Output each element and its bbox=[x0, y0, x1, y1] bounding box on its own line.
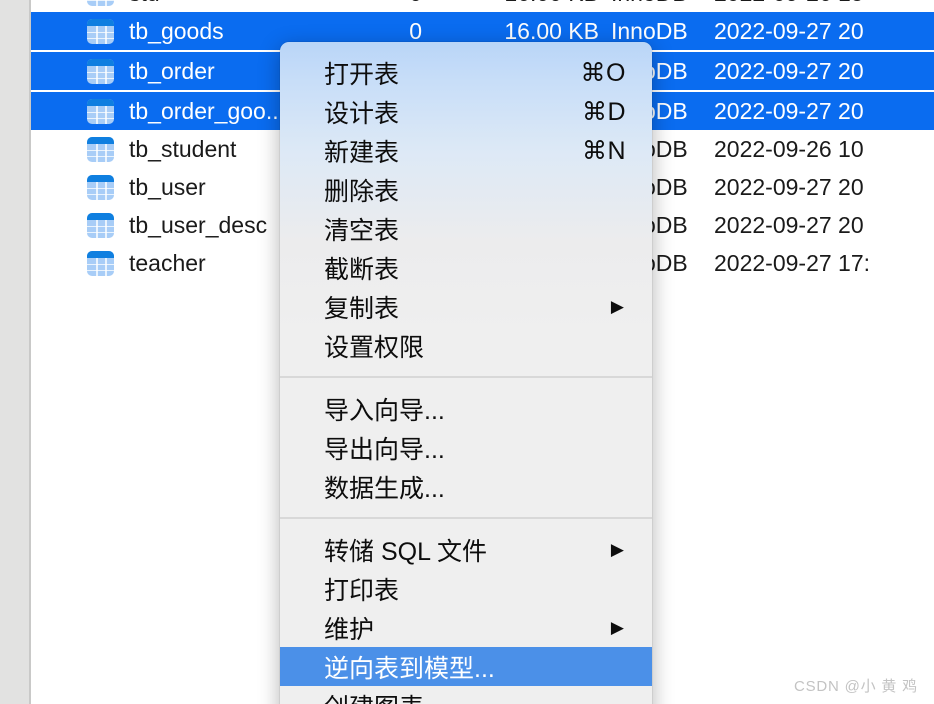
table-grid-icon bbox=[87, 136, 114, 162]
menu-group-padding bbox=[280, 519, 652, 530]
menu-item-label: 删除表 bbox=[324, 177, 400, 206]
table-size-cell: 16.00 KB bbox=[449, 0, 599, 7]
menu-item[interactable]: 导入向导... bbox=[280, 389, 652, 428]
menu-item[interactable]: 设计表 ⌘D bbox=[280, 92, 652, 131]
watermark: CSDN @小 黄 鸡 bbox=[793, 678, 918, 695]
table-modified-cell: 2022-09-27 20 bbox=[714, 211, 864, 238]
menu-item-label: 维护 bbox=[324, 615, 375, 644]
menu-item[interactable]: 新建表 ⌘N bbox=[280, 131, 652, 170]
table-engine-cell: InnoDB bbox=[599, 0, 714, 7]
table-name-cell: stu bbox=[129, 0, 324, 7]
menu-item[interactable]: 数据生成... bbox=[280, 467, 652, 506]
table-modified-cell: 2022-09-26 15 bbox=[714, 0, 864, 7]
menu-item-shortcut: ⌘N bbox=[581, 136, 626, 165]
menu-item[interactable]: 转储 SQL 文件 ▶ bbox=[280, 530, 652, 569]
menu-item-label: 数据生成... bbox=[324, 474, 445, 503]
table-grid-icon bbox=[87, 174, 114, 200]
table-context-menu[interactable]: 打开表 ⌘O 设计表 ⌘D 新建表 ⌘N 删除表清空表截断表复制表 ▶ 设置权限导入向导... 导… bbox=[280, 42, 652, 704]
table-modified-cell: 2022-09-27 20 bbox=[714, 97, 864, 124]
menu-item[interactable]: 打印表 bbox=[280, 569, 652, 608]
menu-item-label: 复制表 bbox=[324, 294, 400, 323]
app-window: stu016.00 KBInnoDB2022-09-26 15tb_goods0… bbox=[0, 0, 934, 704]
submenu-arrow-icon: ▶ bbox=[610, 618, 624, 637]
menu-item-label: 清空表 bbox=[324, 216, 400, 245]
menu-item[interactable]: 维护 ▶ bbox=[280, 608, 652, 647]
table-modified-cell: 2022-09-27 20 bbox=[714, 173, 864, 200]
menu-item-label: 逆向表到模型... bbox=[324, 654, 495, 683]
table-size-cell: 16.00 KB bbox=[504, 17, 599, 44]
menu-item-label: 新建表 bbox=[324, 138, 400, 167]
menu-item[interactable]: 打开表 ⌘O bbox=[280, 53, 652, 92]
table-engine-cell: InnoDB bbox=[611, 17, 688, 44]
menu-item-label: 打开表 bbox=[324, 60, 400, 89]
table-grid-icon bbox=[87, 98, 114, 124]
menu-item-shortcut: ⌘D bbox=[581, 97, 626, 126]
menu-item[interactable]: 设置权限 bbox=[280, 326, 652, 365]
menu-item-label: 设计表 bbox=[324, 99, 400, 128]
submenu-arrow-icon: ▶ bbox=[610, 540, 624, 559]
menu-item-label: 创建图表... bbox=[324, 688, 632, 704]
table-row[interactable]: stu016.00 KBInnoDB2022-09-26 15 bbox=[31, 0, 934, 12]
submenu-arrow-icon: ▶ bbox=[610, 297, 624, 316]
menu-item[interactable]: 复制表 ▶ bbox=[280, 287, 652, 326]
table-grid-icon bbox=[87, 250, 114, 276]
menu-item[interactable]: 逆向表到模型... bbox=[280, 647, 652, 686]
menu-item[interactable]: 创建图表... bbox=[280, 686, 652, 704]
table-modified-cell: 2022-09-26 10 bbox=[714, 135, 864, 162]
table-modified-cell: 2022-09-27 20 bbox=[714, 17, 864, 44]
table-rowcount-cell: 0 bbox=[409, 17, 422, 44]
menu-item-label: 导入向导... bbox=[324, 396, 445, 425]
table-rowcount-cell: 0 bbox=[324, 0, 449, 7]
menu-item-label: 打印表 bbox=[324, 576, 400, 605]
table-grid-icon bbox=[87, 212, 114, 238]
menu-item[interactable]: 导出向导... bbox=[280, 428, 652, 467]
menu-item-shortcut: ⌘O bbox=[580, 58, 626, 87]
table-grid-icon bbox=[87, 18, 114, 44]
table-modified-cell: 2022-09-27 20 bbox=[714, 57, 864, 84]
menu-group-padding bbox=[280, 506, 652, 517]
menu-group-padding bbox=[280, 365, 652, 376]
left-gutter bbox=[0, 0, 29, 704]
menu-item-label: 设置权限 bbox=[324, 333, 425, 362]
menu-item[interactable]: 清空表 bbox=[280, 209, 652, 248]
table-name-cell: tb_goods bbox=[129, 17, 224, 44]
menu-item-label: 转储 SQL 文件 bbox=[324, 537, 487, 566]
menu-item-label: 导出向导... bbox=[324, 435, 445, 464]
table-modified-cell: 2022-09-27 17: bbox=[714, 249, 871, 276]
menu-group-padding bbox=[280, 378, 652, 389]
menu-group-padding bbox=[280, 42, 652, 53]
table-grid-icon bbox=[87, 0, 114, 6]
menu-item[interactable]: 截断表 bbox=[280, 248, 652, 287]
menu-item-label: 截断表 bbox=[324, 255, 400, 284]
menu-item[interactable]: 删除表 bbox=[280, 170, 652, 209]
table-grid-icon bbox=[87, 58, 114, 84]
